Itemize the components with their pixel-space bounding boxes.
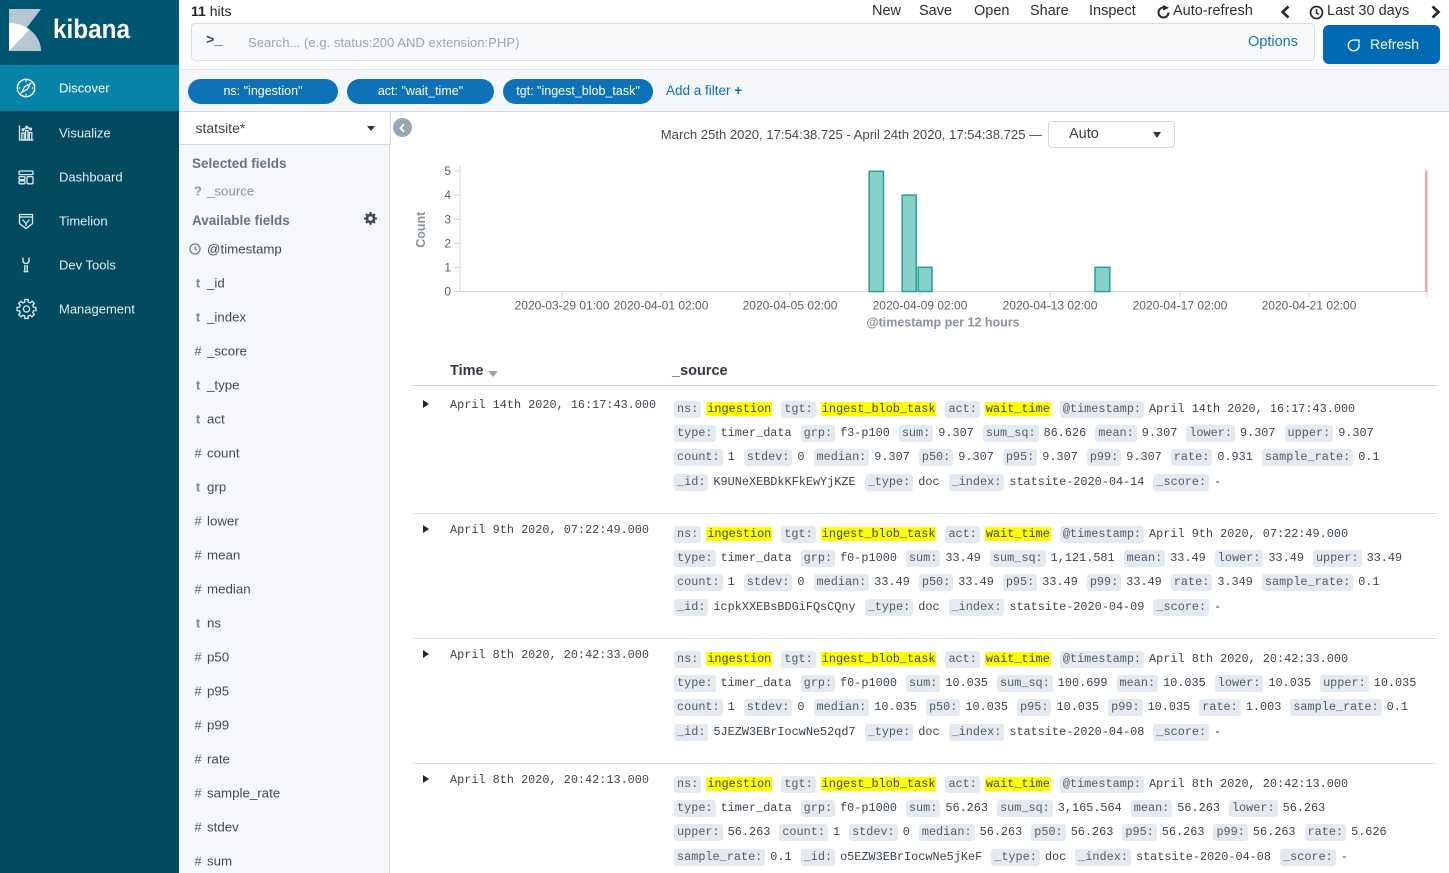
svg-text:1: 1 bbox=[444, 261, 451, 275]
svg-text:0: 0 bbox=[444, 285, 451, 299]
svg-text:2020-04-09 02:00: 2020-04-09 02:00 bbox=[873, 299, 968, 313]
svg-text:5: 5 bbox=[444, 164, 451, 178]
svg-text:2020-04-01 02:00: 2020-04-01 02:00 bbox=[614, 299, 709, 313]
svg-text:2: 2 bbox=[444, 237, 451, 251]
svg-text:2020-03-29 01:00: 2020-03-29 01:00 bbox=[515, 299, 610, 313]
svg-text:4: 4 bbox=[444, 188, 451, 202]
svg-text:2020-04-05 02:00: 2020-04-05 02:00 bbox=[743, 299, 838, 313]
svg-text:2020-04-13 02:00: 2020-04-13 02:00 bbox=[1003, 299, 1098, 313]
svg-text:3: 3 bbox=[444, 213, 451, 227]
svg-text:2020-04-21 02:00: 2020-04-21 02:00 bbox=[1262, 299, 1357, 313]
svg-text:@timestamp per 12 hours: @timestamp per 12 hours bbox=[866, 316, 1019, 330]
svg-text:2020-04-17 02:00: 2020-04-17 02:00 bbox=[1133, 299, 1228, 313]
svg-text:Count: Count bbox=[414, 211, 428, 248]
